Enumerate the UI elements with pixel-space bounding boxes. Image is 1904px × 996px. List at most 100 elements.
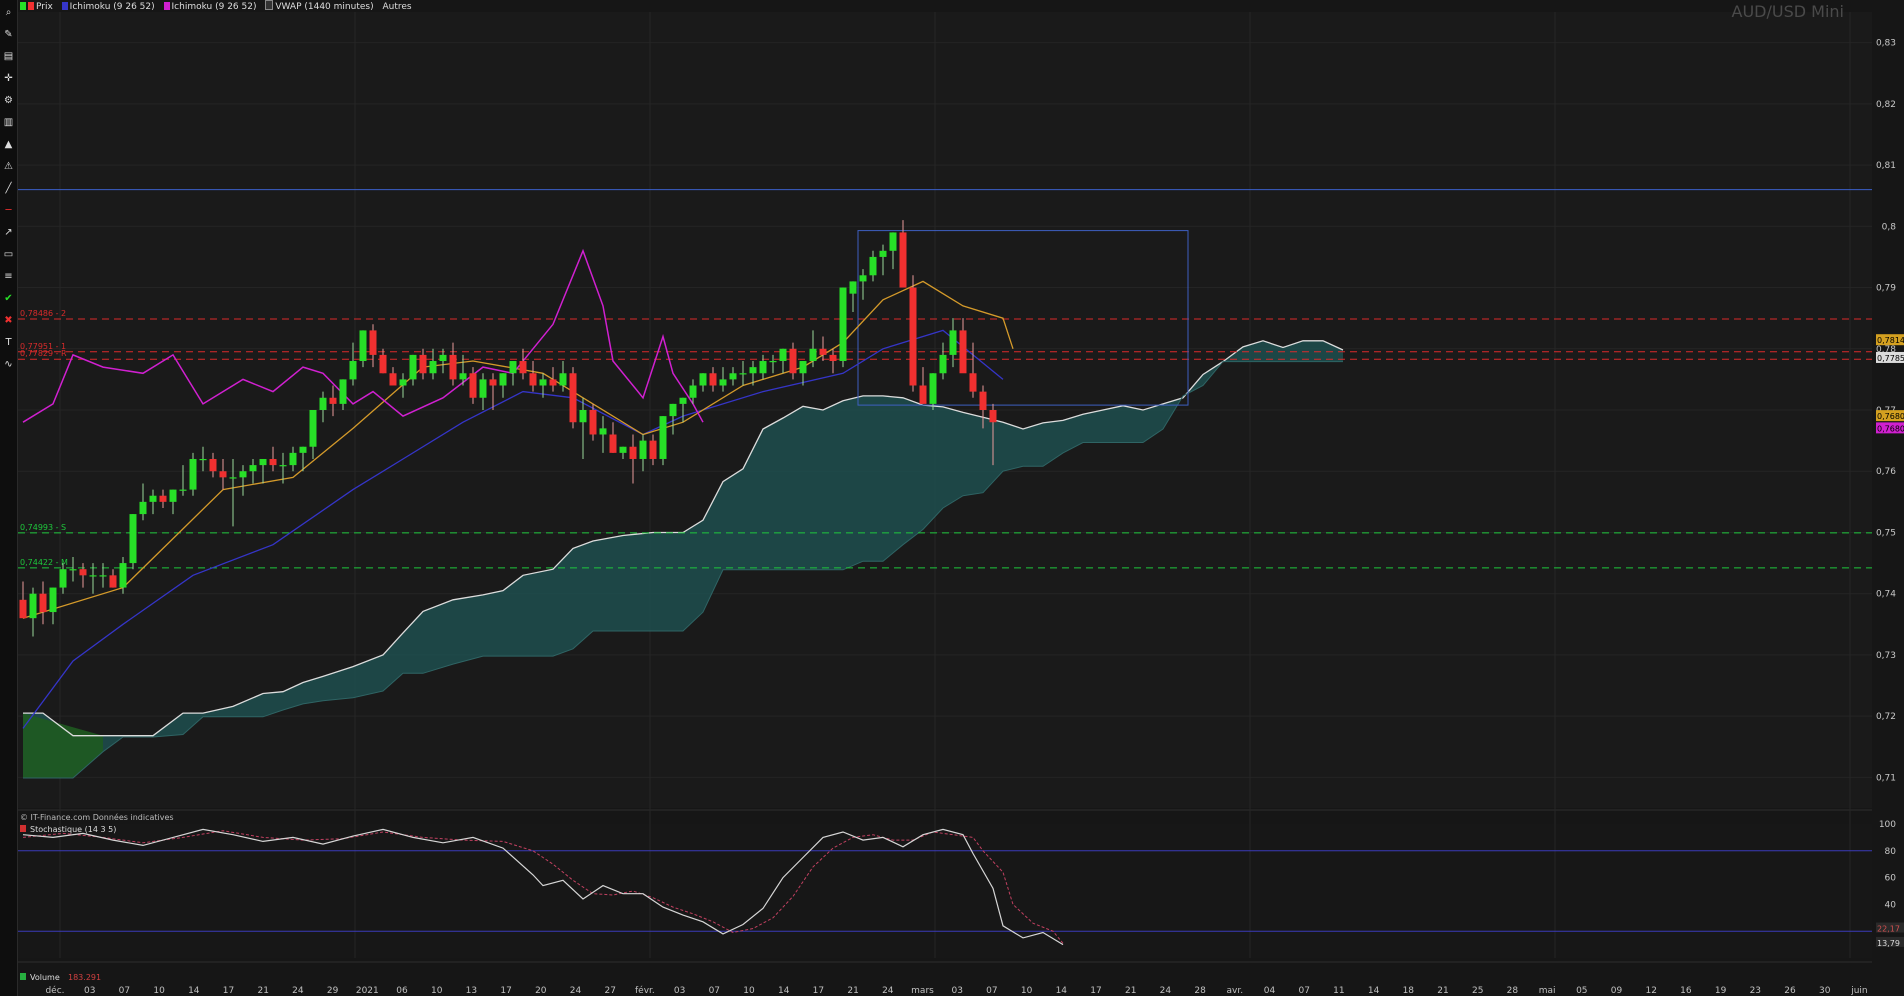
hline-tool-icon[interactable]: ─	[2, 204, 15, 217]
candle-body[interactable]	[939, 354, 947, 374]
candle-body[interactable]	[489, 379, 497, 386]
candle-body[interactable]	[219, 471, 227, 478]
candle-body[interactable]	[529, 373, 537, 386]
candle-body[interactable]	[79, 569, 87, 576]
candle-body[interactable]	[579, 410, 587, 423]
candle-body[interactable]	[569, 373, 577, 423]
text-tool-icon[interactable]: T	[2, 336, 15, 349]
rectangle-tool-icon[interactable]: ▭	[2, 248, 15, 261]
candle-body[interactable]	[379, 354, 387, 374]
line-tool-icon[interactable]: ╱	[2, 182, 15, 195]
candle-body[interactable]	[359, 330, 367, 362]
candle-body[interactable]	[49, 587, 57, 613]
candle-body[interactable]	[389, 373, 397, 386]
chart-canvas[interactable]: 0,830,820,810,80,790,780,770,760,750,740…	[0, 0, 1904, 996]
candle-body[interactable]	[129, 514, 137, 564]
candle-body[interactable]	[949, 330, 957, 355]
candle-body[interactable]	[739, 373, 747, 375]
legend-price[interactable]: Prix	[20, 2, 53, 12]
candle-body[interactable]	[259, 458, 267, 466]
candle-body[interactable]	[809, 348, 817, 362]
candle-body[interactable]	[779, 348, 787, 362]
candle-body[interactable]	[749, 367, 757, 374]
candle-body[interactable]	[169, 489, 177, 502]
candle-body[interactable]	[209, 458, 217, 472]
candle-body[interactable]	[19, 599, 27, 619]
candle-body[interactable]	[459, 373, 467, 380]
candle-body[interactable]	[829, 354, 837, 362]
candle-body[interactable]	[449, 354, 457, 380]
candle-body[interactable]	[769, 361, 777, 363]
candle-body[interactable]	[599, 428, 607, 435]
candle-body[interactable]	[509, 361, 517, 374]
candle-body[interactable]	[189, 458, 197, 490]
trash-icon[interactable]: ▥	[2, 116, 15, 129]
candle-body[interactable]	[229, 477, 237, 479]
candle-body[interactable]	[299, 446, 307, 453]
candle-body[interactable]	[849, 281, 857, 294]
candle-body[interactable]	[289, 452, 297, 466]
candle-body[interactable]	[419, 354, 427, 374]
magnet-icon[interactable]: ∿	[2, 358, 15, 371]
candle-body[interactable]	[469, 373, 477, 398]
candle-body[interactable]	[799, 361, 807, 374]
candle-body[interactable]	[549, 379, 557, 386]
crosshair-icon[interactable]: ✛	[2, 72, 15, 85]
candle-body[interactable]	[139, 501, 147, 515]
candle-body[interactable]	[699, 373, 707, 386]
candle-body[interactable]	[559, 373, 567, 386]
candle-body[interactable]	[179, 489, 187, 491]
candle-body[interactable]	[969, 373, 977, 392]
candle-body[interactable]	[929, 373, 937, 404]
candle-body[interactable]	[99, 575, 107, 577]
candle-body[interactable]	[789, 348, 797, 374]
candle-body[interactable]	[839, 287, 847, 362]
candle-body[interactable]	[539, 379, 547, 386]
buy-icon[interactable]: ✔	[2, 292, 15, 305]
candle-body[interactable]	[669, 403, 677, 417]
candle-body[interactable]	[819, 348, 827, 355]
candle-body[interactable]	[719, 379, 727, 386]
candle-body[interactable]	[919, 385, 927, 404]
candle-body[interactable]	[729, 373, 737, 380]
candle-body[interactable]	[869, 256, 877, 276]
zoom-icon[interactable]: ⌕	[2, 6, 15, 19]
candle-body[interactable]	[409, 354, 417, 380]
candle-body[interactable]	[269, 458, 277, 466]
candle-body[interactable]	[989, 410, 997, 423]
candle-body[interactable]	[109, 575, 117, 588]
candle-body[interactable]	[959, 330, 967, 374]
fib-tool-icon[interactable]: ≡	[2, 270, 15, 283]
candle-body[interactable]	[659, 416, 667, 459]
candle-body[interactable]	[89, 575, 97, 577]
candle-body[interactable]	[649, 440, 657, 459]
legend-ichimoku-2[interactable]: Ichimoku (9 26 52)	[163, 2, 256, 12]
pencil-icon[interactable]: ✎	[2, 28, 15, 41]
candle-body[interactable]	[879, 250, 887, 257]
candle-body[interactable]	[349, 361, 357, 380]
candle-body[interactable]	[589, 410, 597, 435]
candle-body[interactable]	[639, 440, 647, 459]
candle-body[interactable]	[439, 354, 447, 362]
candle-body[interactable]	[629, 446, 637, 459]
lock-icon[interactable]: ▲	[2, 138, 15, 151]
candle-body[interactable]	[889, 232, 897, 251]
candle-body[interactable]	[119, 563, 127, 588]
candle-body[interactable]	[369, 330, 377, 355]
legend-others[interactable]: Autres	[382, 2, 411, 12]
candle-body[interactable]	[29, 593, 37, 619]
candle-body[interactable]	[759, 361, 767, 374]
candle-body[interactable]	[689, 385, 697, 398]
candle-body[interactable]	[159, 495, 167, 502]
candle-body[interactable]	[339, 379, 347, 404]
legend-vwap[interactable]: VWAP (1440 minutes)	[265, 0, 374, 12]
candle-body[interactable]	[519, 361, 527, 374]
candle-body[interactable]	[899, 232, 907, 288]
candle-body[interactable]	[399, 379, 407, 386]
candle-body[interactable]	[329, 397, 337, 404]
candle-body[interactable]	[239, 471, 247, 478]
alert-icon[interactable]: ⚠	[2, 160, 15, 173]
candle-body[interactable]	[609, 434, 617, 453]
document-icon[interactable]: ▤	[2, 50, 15, 63]
candle-body[interactable]	[309, 410, 317, 447]
